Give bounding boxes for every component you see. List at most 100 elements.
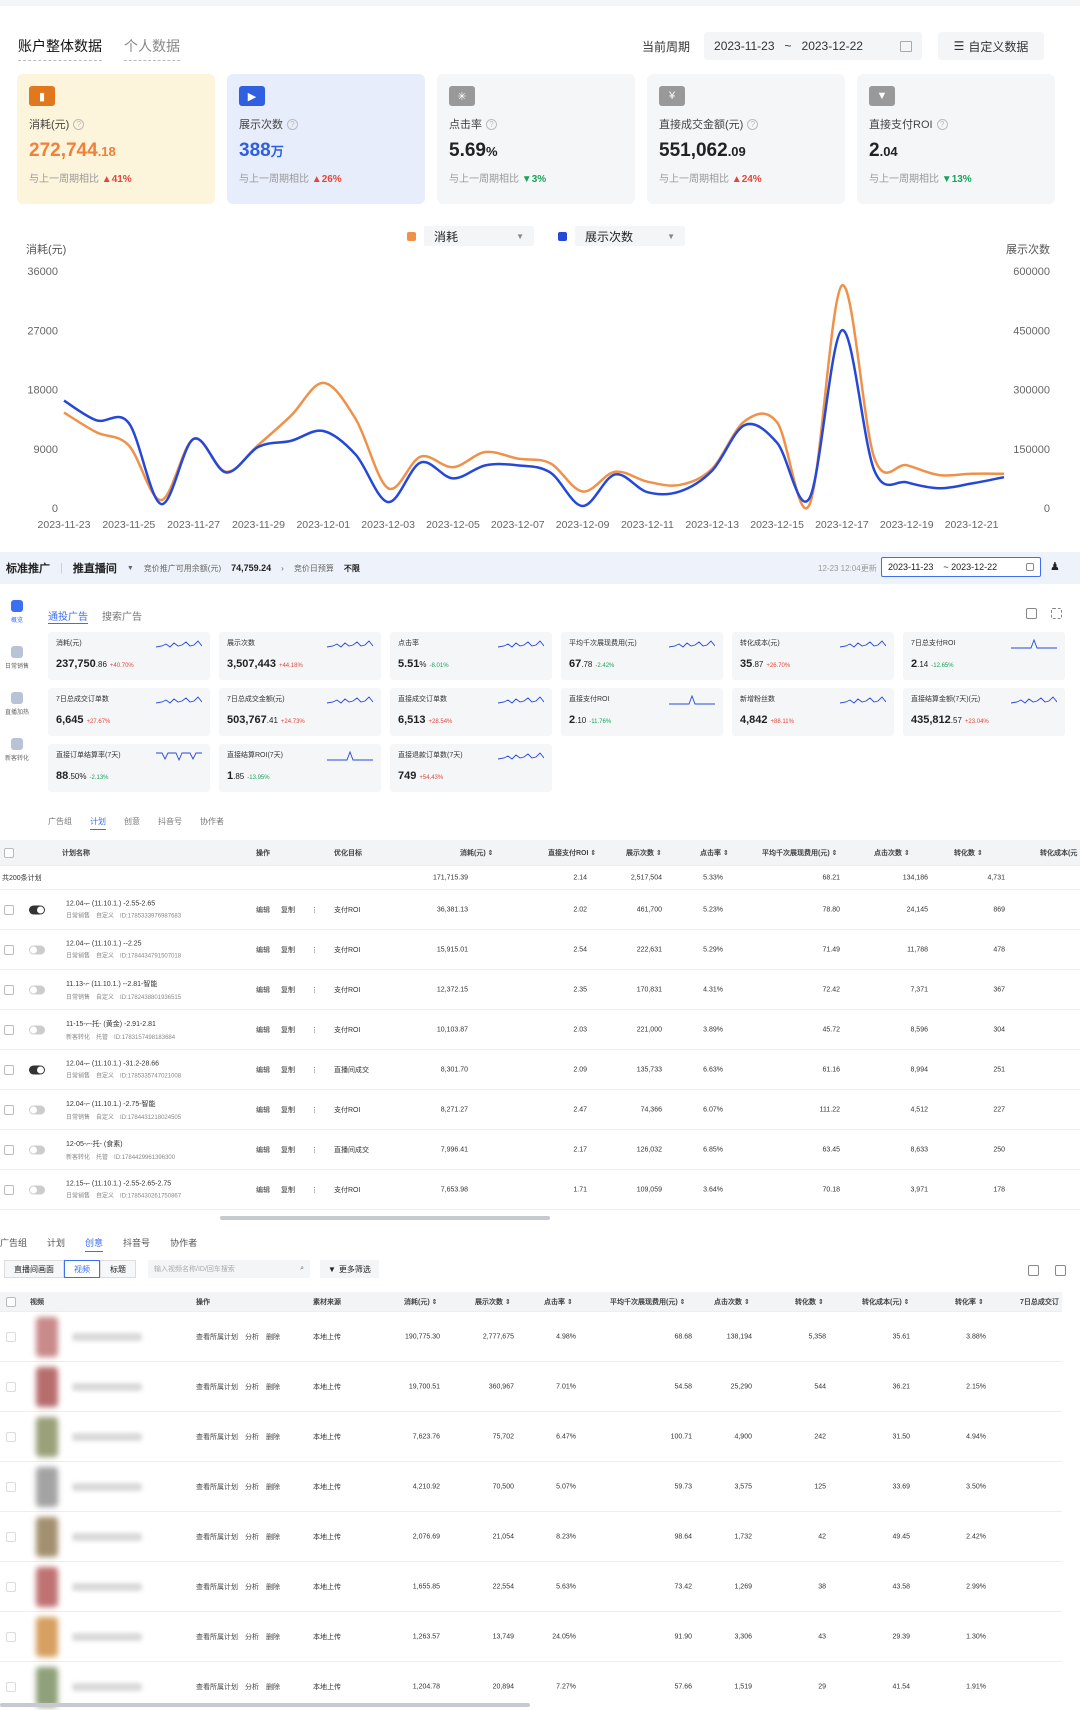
column-header[interactable]: 转化数 ⇕ — [795, 1297, 824, 1307]
plan-toggle[interactable] — [29, 1065, 45, 1074]
copy-button[interactable]: 复制 — [281, 945, 295, 955]
expand-icon[interactable] — [1051, 608, 1062, 619]
tab-personal-data[interactable]: 个人数据 — [124, 36, 180, 61]
column-header[interactable]: 展示次数 ⇕ — [626, 848, 662, 858]
plan-toggle[interactable] — [29, 1145, 45, 1154]
plan-name[interactable]: 11.13-⌐ (11.10.1.) --2.81-智能 日常销售 自定义 ID:17… — [66, 979, 181, 1001]
delete-link[interactable]: 删除 — [266, 1634, 280, 1641]
metric-card[interactable]: 展示次数 3,507,443 +44.18% — [219, 632, 381, 680]
video-thumbnail[interactable] — [36, 1666, 58, 1707]
left-nav-item[interactable]: 直播加热 — [0, 692, 34, 738]
table-tab[interactable]: 抖音号 — [158, 816, 182, 830]
metric-card[interactable]: 直接订单结算率(7天) 88.50% -2.13% — [48, 744, 210, 792]
horizontal-scrollbar[interactable] — [220, 1216, 550, 1220]
delete-link[interactable]: 删除 — [266, 1484, 280, 1491]
edit-button[interactable]: 编辑 — [256, 905, 270, 915]
kpi-card[interactable]: ✳ 点击率? 5.69% 与上一周期相比 ▼3% — [437, 74, 635, 204]
more-options-icon[interactable]: ⋮ — [311, 1186, 318, 1194]
edit-button[interactable]: 编辑 — [256, 945, 270, 955]
analyze-link[interactable]: 分析 — [245, 1384, 259, 1391]
copy-button[interactable]: 复制 — [281, 985, 295, 995]
column-header[interactable]: 消耗(元) ⇕ — [404, 1297, 437, 1307]
left-nav-item[interactable]: 新客转化 — [0, 738, 34, 784]
table-row[interactable]: 12.04-⌐ (11.10.1.) -2.75-智能 日常销售 自定义 ID:178… — [0, 1090, 1080, 1130]
edit-button[interactable]: 编辑 — [256, 985, 270, 995]
creative-tab[interactable]: 广告组 — [0, 1236, 27, 1252]
edit-button[interactable]: 编辑 — [256, 1105, 270, 1115]
column-header[interactable]: 平均千次展现费用(元) ⇕ — [610, 1297, 685, 1307]
help-icon[interactable]: ? — [486, 118, 497, 130]
column-settings-icon[interactable] — [1028, 1265, 1039, 1276]
table-tab[interactable]: 广告组 — [48, 816, 72, 830]
edit-button[interactable]: 编辑 — [256, 1025, 270, 1035]
copy-button[interactable]: 复制 — [281, 1145, 295, 1155]
creative-tab[interactable]: 创意 — [85, 1236, 104, 1252]
video-thumbnail[interactable] — [36, 1566, 58, 1607]
row-checkbox[interactable] — [4, 1144, 14, 1155]
column-header[interactable]: 转化数 ⇕ — [954, 848, 983, 858]
column-header[interactable]: 视频 — [30, 1297, 44, 1307]
help-icon[interactable]: ? — [936, 118, 948, 130]
table-row[interactable]: 查看所属计划 分析 删除 本地上传 4,210.92 70,500 5.07% 59.73 3,… — [0, 1462, 1062, 1512]
column-header[interactable]: 点击率 ⇕ — [700, 848, 729, 858]
video-thumbnail[interactable] — [36, 1366, 58, 1407]
analyze-link[interactable]: 分析 — [245, 1484, 259, 1491]
column-header[interactable]: 点击次数 ⇕ — [874, 848, 910, 858]
plan-name[interactable]: 11-15-⌐-托- (黄金) -2.91-2.81 新客转化 托管 ID:17831… — [66, 1019, 175, 1041]
promotion-subtitle[interactable]: 推直播间 — [73, 560, 117, 576]
kpi-card[interactable]: ▮ 消耗(元)? 272,744.18 与上一周期相比 ▲41% — [17, 74, 215, 204]
column-header[interactable]: 转化成本(元) ⇕ — [862, 1297, 909, 1307]
plan-name[interactable]: 12.04-⌐ (11.10.1.) --2.25 日常销售 自定义 ID:17844… — [66, 940, 181, 959]
creative-tab[interactable]: 抖音号 — [123, 1236, 150, 1252]
row-checkbox[interactable] — [4, 944, 14, 955]
promo-date-picker[interactable]: 2023-11-23 ~ 2023-12-22 — [881, 557, 1041, 577]
table-row[interactable]: 查看所属计划 分析 删除 本地上传 19,700.51 360,967 7.01% 54.58… — [0, 1362, 1062, 1412]
table-icon[interactable] — [1026, 608, 1037, 619]
column-header[interactable]: 点击次数 ⇕ — [714, 1297, 750, 1307]
column-header[interactable]: 7日总成交订 — [1020, 1297, 1059, 1307]
metric-card[interactable]: 新增粉丝数 4,842 +88.11% — [732, 688, 894, 736]
video-thumbnail[interactable] — [36, 1416, 58, 1457]
column-header[interactable]: 平均千次展现费用(元) ⇕ — [762, 848, 837, 858]
copy-button[interactable]: 复制 — [281, 1065, 295, 1075]
view-plan-link[interactable]: 查看所属计划 — [196, 1584, 238, 1591]
delete-link[interactable]: 删除 — [266, 1534, 280, 1541]
row-checkbox[interactable] — [6, 1681, 16, 1692]
help-icon[interactable]: ? — [747, 118, 759, 130]
analyze-link[interactable]: 分析 — [245, 1434, 259, 1441]
table-row[interactable]: 查看所属计划 分析 删除 本地上传 7,623.76 75,702 6.47% 100.71 4… — [0, 1412, 1062, 1462]
metric-card[interactable]: 直接支付ROI 2.10 -11.76% — [561, 688, 723, 736]
table-row[interactable]: 查看所属计划 分析 删除 本地上传 2,076.69 21,054 8.23% 98.64 1,… — [0, 1512, 1062, 1562]
left-nav-item[interactable]: 日常销售 — [0, 646, 34, 692]
metric-card[interactable]: 平均千次展现费用(元) 67.78 -2.42% — [561, 632, 723, 680]
more-options-icon[interactable]: ⋮ — [311, 1146, 318, 1154]
table-row[interactable]: 12.04-⌐ (11.10.1.) --2.25 日常销售 自定义 ID:17844… — [0, 930, 1080, 970]
tab-general-ads[interactable]: 通投广告 — [48, 608, 88, 624]
video-thumbnail[interactable] — [36, 1316, 58, 1357]
table-row[interactable]: 11.13-⌐ (11.10.1.) --2.81-智能 日常销售 自定义 ID:17… — [0, 970, 1080, 1010]
table-tab[interactable]: 计划 — [90, 816, 106, 830]
column-header[interactable]: 操作 — [256, 848, 270, 858]
plan-name[interactable]: 12-05-⌐-托- (食素) 新客转化 托管 ID:1784429961396300 — [66, 1139, 175, 1161]
row-checkbox[interactable] — [6, 1531, 16, 1542]
table-row[interactable]: 12.04-⌐ (11.10.1.) -2.55-2.65 日常销售 自定义 ID:1… — [0, 890, 1080, 930]
metric-card[interactable]: 7日总成交订单数 6,645 +27.67% — [48, 688, 210, 736]
select-all-checkbox[interactable] — [4, 847, 14, 858]
kpi-card[interactable]: ▼ 直接支付ROI? 2.04 与上一周期相比 ▼13% — [857, 74, 1055, 204]
row-checkbox[interactable] — [6, 1581, 16, 1592]
table-tab[interactable]: 创意 — [124, 816, 140, 830]
column-header[interactable]: 展示次数 ⇕ — [475, 1297, 511, 1307]
delete-link[interactable]: 删除 — [266, 1384, 280, 1391]
table-row[interactable]: 12.15-⌐ (11.10.1.) -2.55-2.65-2.75 日常销售 自定… — [0, 1170, 1080, 1210]
video-search-input[interactable]: 输入视频名称/ID/回车搜索 ⌕ — [148, 1260, 310, 1278]
delete-link[interactable]: 删除 — [266, 1434, 280, 1441]
column-header[interactable]: 计划名称 — [62, 848, 90, 858]
view-plan-link[interactable]: 查看所属计划 — [196, 1684, 238, 1691]
analyze-link[interactable]: 分析 — [245, 1684, 259, 1691]
more-options-icon[interactable]: ⋮ — [311, 986, 318, 994]
more-filter-button[interactable]: ▼ 更多筛选 — [320, 1260, 379, 1278]
view-plan-link[interactable]: 查看所属计划 — [196, 1434, 238, 1441]
plan-name[interactable]: 12.15-⌐ (11.10.1.) -2.55-2.65-2.75 日常销售 自定… — [66, 1180, 181, 1199]
metric-card[interactable]: 直接成交订单数 6,513 +28.54% — [390, 688, 552, 736]
analyze-link[interactable]: 分析 — [245, 1534, 259, 1541]
